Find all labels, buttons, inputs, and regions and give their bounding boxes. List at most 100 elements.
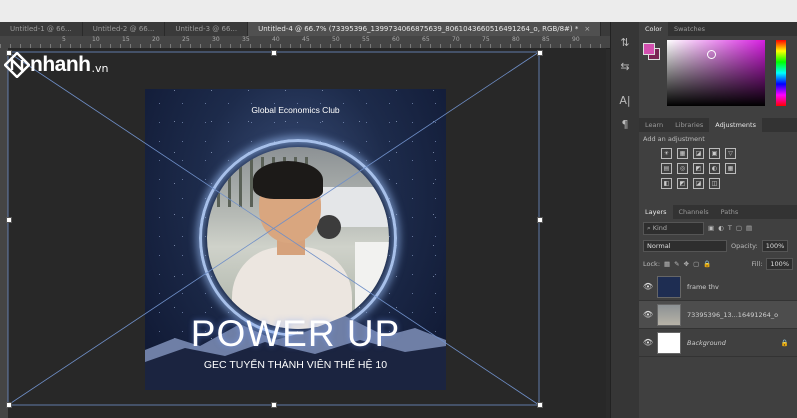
- filter-adjustment-icon[interactable]: ◐: [718, 224, 724, 232]
- opacity-field[interactable]: 100%: [761, 240, 789, 252]
- color-spectrum[interactable]: [667, 40, 765, 106]
- poster-subline: GEC TUYỂN THÀNH VIÊN THẾ HỆ 10: [203, 359, 388, 371]
- filter-type-icon[interactable]: T: [728, 224, 732, 232]
- lock-all-icon[interactable]: 🔒: [703, 260, 711, 268]
- opacity-label: Opacity:: [731, 242, 758, 250]
- ruler-number: 40: [272, 36, 280, 43]
- blend-mode-select[interactable]: Normal: [643, 240, 727, 252]
- doc-tab-untitled-2[interactable]: Untitled-2 @ 66...: [83, 22, 166, 36]
- ruler-number: 45: [302, 36, 310, 43]
- hue-saturation-icon[interactable]: ▤: [661, 163, 672, 174]
- layers-panel-tabs: Layers Channels Paths: [639, 205, 797, 219]
- layer-thumbnail: [657, 331, 681, 354]
- curves-icon[interactable]: ◪: [693, 148, 704, 159]
- exposure-icon[interactable]: ▣: [709, 148, 720, 159]
- adjustment-hint: Add an adjustment: [643, 135, 705, 143]
- doc-tab-untitled-1[interactable]: Untitled-1 @ 66...: [0, 22, 83, 36]
- ruler-number: 70: [452, 36, 460, 43]
- layer-thumbnail: [657, 303, 681, 326]
- brightness-icon[interactable]: ☀: [661, 148, 672, 159]
- portrait-photo: [207, 147, 389, 329]
- transform-handle-top-right[interactable]: [537, 50, 543, 56]
- color-picker-cursor[interactable]: [707, 50, 716, 59]
- tab-swatches[interactable]: Swatches: [668, 22, 711, 36]
- tab-learn[interactable]: Learn: [639, 118, 669, 132]
- blend-row: Normal Opacity: 100%: [639, 237, 797, 255]
- tab-channels[interactable]: Channels: [673, 205, 715, 219]
- invert-icon[interactable]: ◧: [661, 178, 672, 189]
- watermark-suffix: .vn: [91, 61, 109, 75]
- hue-slider[interactable]: [776, 40, 786, 106]
- eye-icon[interactable]: 👁: [639, 310, 657, 319]
- lock-pixels-icon[interactable]: ▦: [664, 260, 670, 268]
- channel-mixer-icon[interactable]: ▦: [725, 163, 736, 174]
- lock-icon: 🔒: [780, 338, 789, 347]
- tab-color[interactable]: Color: [639, 22, 668, 36]
- layer-frame-thv[interactable]: 👁 frame thv: [639, 273, 797, 301]
- transform-handle-bottom-left[interactable]: [6, 402, 12, 408]
- adjustment-panel-tabs: Learn Libraries Adjustments: [639, 118, 797, 132]
- poster-headline: POWER UP: [190, 313, 401, 354]
- close-tab-icon[interactable]: ×: [584, 25, 590, 33]
- transform-handle-bottom[interactable]: [271, 402, 277, 408]
- photo-filter-icon[interactable]: ◐: [709, 163, 720, 174]
- layer-kind-filter[interactable]: ⌕ Kind: [643, 221, 704, 235]
- layer-name: frame thv: [687, 282, 719, 291]
- filter-smart-icon[interactable]: ▤: [746, 224, 752, 232]
- doc-tab-untitled-3[interactable]: Untitled-3 @ 66...: [165, 22, 249, 36]
- nhanh-watermark: nhanh .vn: [4, 52, 108, 78]
- tab-libraries[interactable]: Libraries: [669, 118, 709, 132]
- paragraph-move-icon[interactable]: ⇅: [611, 30, 639, 54]
- tab-layers[interactable]: Layers: [639, 205, 673, 219]
- text-tool-icon[interactable]: A|: [611, 88, 639, 112]
- ruler-number: 75: [482, 36, 490, 43]
- layer-filter-row: ⌕ Kind ▣ ◐ T ▢ ▤: [639, 219, 797, 237]
- tab-adjustments[interactable]: Adjustments: [709, 118, 762, 132]
- fill-label: Fill:: [751, 260, 763, 268]
- transform-handle-top[interactable]: [271, 50, 277, 56]
- vibrance-icon[interactable]: ▽: [725, 148, 736, 159]
- lock-brush-icon[interactable]: ✎: [674, 260, 679, 268]
- ruler-number: 55: [362, 36, 370, 43]
- lock-move-icon[interactable]: ✥: [684, 260, 689, 268]
- right-panels: Color Swatches Learn Libraries Adjustmen…: [639, 22, 797, 418]
- panel-icon-strip: ⇅ ⇆ A| ¶: [610, 22, 640, 418]
- ruler-number: 90: [572, 36, 580, 43]
- transform-handle-left[interactable]: [6, 217, 12, 223]
- foreground-color-swatch[interactable]: [643, 43, 655, 55]
- posterize-icon[interactable]: ◩: [677, 178, 688, 189]
- transform-handle-bottom-right[interactable]: [537, 402, 543, 408]
- filter-shape-icon[interactable]: ▢: [736, 224, 742, 232]
- ruler-number: 20: [152, 36, 160, 43]
- levels-icon[interactable]: ▦: [677, 148, 688, 159]
- document-tab-bar: Untitled-1 @ 66... Untitled-2 @ 66... Un…: [0, 22, 610, 36]
- gradient-map-icon[interactable]: ◫: [709, 178, 720, 189]
- poster-artwork[interactable]: Global Economics Club POWER UP GEC TUYỂN…: [145, 89, 446, 390]
- color-panel-tabs: Color Swatches: [639, 22, 797, 36]
- color-balance-icon[interactable]: ◎: [677, 163, 688, 174]
- lock-label: Lock:: [643, 260, 661, 268]
- character-panel-icon[interactable]: ⇆: [611, 54, 639, 78]
- black-white-icon[interactable]: ◩: [693, 163, 704, 174]
- layer-name: 73395396_13...16491264_o: [687, 310, 779, 319]
- layer-photo[interactable]: 👁 73395396_13...16491264_o: [639, 301, 797, 329]
- paragraph-icon[interactable]: ¶: [611, 112, 639, 136]
- lock-artboard-icon[interactable]: ▢: [693, 260, 699, 268]
- photo-wheel: [317, 215, 341, 239]
- nhanh-logo-icon: [4, 52, 30, 78]
- layer-background[interactable]: 👁 Background 🔒: [639, 329, 797, 357]
- threshold-icon[interactable]: ◪: [693, 178, 704, 189]
- doc-tab-untitled-4[interactable]: Untitled-4 @ 66.7% (73395396_13997340668…: [248, 22, 602, 36]
- eye-icon[interactable]: 👁: [639, 282, 657, 291]
- tab-paths[interactable]: Paths: [715, 205, 745, 219]
- ruler-number: 50: [332, 36, 340, 43]
- ruler-number: 30: [212, 36, 220, 43]
- fill-field[interactable]: 100%: [766, 258, 793, 270]
- filter-pixel-icon[interactable]: ▣: [708, 224, 714, 232]
- vertical-ruler[interactable]: [0, 48, 8, 418]
- eye-icon[interactable]: 👁: [639, 338, 657, 347]
- transform-handle-right[interactable]: [537, 217, 543, 223]
- ruler-number: 10: [92, 36, 100, 43]
- poster-club-name: Global Economics Club: [251, 105, 340, 115]
- photo-hair: [253, 161, 323, 199]
